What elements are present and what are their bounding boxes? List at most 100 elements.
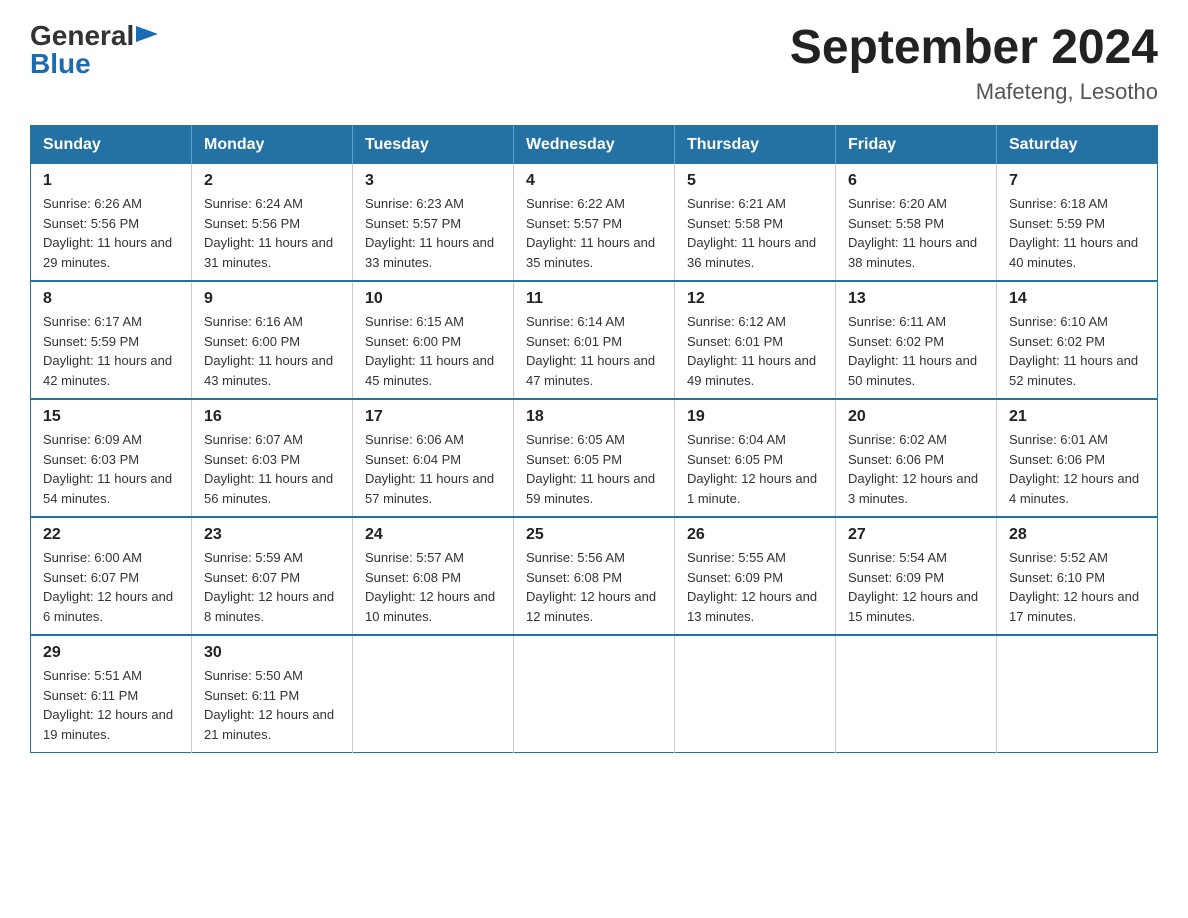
week-row-1: 1 Sunrise: 6:26 AM Sunset: 5:56 PM Daylig…	[31, 164, 1158, 281]
calendar-cell: 30 Sunrise: 5:50 AM Sunset: 6:11 PM Dayli…	[192, 635, 353, 753]
day-info: Sunrise: 6:26 AM Sunset: 5:56 PM Dayligh…	[43, 194, 179, 272]
day-info: Sunrise: 6:00 AM Sunset: 6:07 PM Dayligh…	[43, 548, 179, 626]
page-header: General Blue September 2024 Mafeteng, Le…	[30, 20, 1158, 105]
day-info: Sunrise: 6:23 AM Sunset: 5:57 PM Dayligh…	[365, 194, 501, 272]
calendar-cell: 8 Sunrise: 6:17 AM Sunset: 5:59 PM Daylig…	[31, 281, 192, 399]
day-info: Sunrise: 5:56 AM Sunset: 6:08 PM Dayligh…	[526, 548, 662, 626]
day-number: 20	[848, 408, 984, 426]
header-thursday: Thursday	[675, 126, 836, 165]
day-info: Sunrise: 6:12 AM Sunset: 6:01 PM Dayligh…	[687, 312, 823, 390]
day-info: Sunrise: 5:51 AM Sunset: 6:11 PM Dayligh…	[43, 666, 179, 744]
title-section: September 2024 Mafeteng, Lesotho	[790, 20, 1158, 105]
header-sunday: Sunday	[31, 126, 192, 165]
day-number: 27	[848, 526, 984, 544]
day-info: Sunrise: 5:50 AM Sunset: 6:11 PM Dayligh…	[204, 666, 340, 744]
day-number: 23	[204, 526, 340, 544]
day-number: 5	[687, 172, 823, 190]
day-number: 12	[687, 290, 823, 308]
location-subtitle: Mafeteng, Lesotho	[790, 79, 1158, 105]
day-info: Sunrise: 6:06 AM Sunset: 6:04 PM Dayligh…	[365, 430, 501, 508]
day-number: 1	[43, 172, 179, 190]
logo: General Blue	[30, 20, 158, 80]
calendar-header-row: SundayMondayTuesdayWednesdayThursdayFrid…	[31, 126, 1158, 165]
day-number: 24	[365, 526, 501, 544]
calendar-cell: 16Sunrise: 6:07 AM Sunset: 6:03 PM Dayli…	[192, 399, 353, 517]
day-number: 17	[365, 408, 501, 426]
day-info: Sunrise: 6:22 AM Sunset: 5:57 PM Dayligh…	[526, 194, 662, 272]
day-info: Sunrise: 5:59 AM Sunset: 6:07 PM Dayligh…	[204, 548, 340, 626]
calendar-cell: 6 Sunrise: 6:20 AM Sunset: 5:58 PM Daylig…	[836, 164, 997, 281]
day-info: Sunrise: 6:11 AM Sunset: 6:02 PM Dayligh…	[848, 312, 984, 390]
day-info: Sunrise: 5:54 AM Sunset: 6:09 PM Dayligh…	[848, 548, 984, 626]
calendar-cell: 2 Sunrise: 6:24 AM Sunset: 5:56 PM Daylig…	[192, 164, 353, 281]
day-info: Sunrise: 6:21 AM Sunset: 5:58 PM Dayligh…	[687, 194, 823, 272]
header-wednesday: Wednesday	[514, 126, 675, 165]
calendar-cell: 18Sunrise: 6:05 AM Sunset: 6:05 PM Dayli…	[514, 399, 675, 517]
logo-blue-text: Blue	[30, 48, 158, 80]
day-info: Sunrise: 6:04 AM Sunset: 6:05 PM Dayligh…	[687, 430, 823, 508]
day-info: Sunrise: 6:17 AM Sunset: 5:59 PM Dayligh…	[43, 312, 179, 390]
day-number: 21	[1009, 408, 1145, 426]
header-monday: Monday	[192, 126, 353, 165]
calendar-cell: 10 Sunrise: 6:15 AM Sunset: 6:00 PM Dayli…	[353, 281, 514, 399]
calendar-cell: 19Sunrise: 6:04 AM Sunset: 6:05 PM Dayli…	[675, 399, 836, 517]
header-saturday: Saturday	[997, 126, 1158, 165]
calendar-cell: 17 Sunrise: 6:06 AM Sunset: 6:04 PM Dayli…	[353, 399, 514, 517]
day-number: 30	[204, 644, 340, 662]
day-number: 2	[204, 172, 340, 190]
week-row-5: 29 Sunrise: 5:51 AM Sunset: 6:11 PM Dayli…	[31, 635, 1158, 753]
day-number: 15	[43, 408, 179, 426]
day-info: Sunrise: 6:18 AM Sunset: 5:59 PM Dayligh…	[1009, 194, 1145, 272]
calendar-cell: 5 Sunrise: 6:21 AM Sunset: 5:58 PM Daylig…	[675, 164, 836, 281]
day-number: 29	[43, 644, 179, 662]
day-number: 9	[204, 290, 340, 308]
day-number: 8	[43, 290, 179, 308]
main-title: September 2024	[790, 20, 1158, 75]
day-info: Sunrise: 6:07 AM Sunset: 6:03 PM Dayligh…	[204, 430, 340, 508]
logo-arrow-icon	[136, 22, 158, 46]
day-number: 7	[1009, 172, 1145, 190]
header-friday: Friday	[836, 126, 997, 165]
calendar-cell: 26Sunrise: 5:55 AM Sunset: 6:09 PM Dayli…	[675, 517, 836, 635]
day-number: 13	[848, 290, 984, 308]
day-info: Sunrise: 5:55 AM Sunset: 6:09 PM Dayligh…	[687, 548, 823, 626]
calendar-cell: 21 Sunrise: 6:01 AM Sunset: 6:06 PM Dayli…	[997, 399, 1158, 517]
day-number: 4	[526, 172, 662, 190]
day-info: Sunrise: 6:24 AM Sunset: 5:56 PM Dayligh…	[204, 194, 340, 272]
day-info: Sunrise: 6:14 AM Sunset: 6:01 PM Dayligh…	[526, 312, 662, 390]
calendar-cell: 25 Sunrise: 5:56 AM Sunset: 6:08 PM Dayli…	[514, 517, 675, 635]
calendar-cell: 1 Sunrise: 6:26 AM Sunset: 5:56 PM Daylig…	[31, 164, 192, 281]
day-info: Sunrise: 6:02 AM Sunset: 6:06 PM Dayligh…	[848, 430, 984, 508]
calendar-cell	[514, 635, 675, 753]
calendar-cell: 11 Sunrise: 6:14 AM Sunset: 6:01 PM Dayli…	[514, 281, 675, 399]
week-row-2: 8 Sunrise: 6:17 AM Sunset: 5:59 PM Daylig…	[31, 281, 1158, 399]
week-row-3: 15 Sunrise: 6:09 AM Sunset: 6:03 PM Dayli…	[31, 399, 1158, 517]
calendar-cell: 20 Sunrise: 6:02 AM Sunset: 6:06 PM Dayli…	[836, 399, 997, 517]
day-info: Sunrise: 6:15 AM Sunset: 6:00 PM Dayligh…	[365, 312, 501, 390]
day-info: Sunrise: 5:57 AM Sunset: 6:08 PM Dayligh…	[365, 548, 501, 626]
day-number: 10	[365, 290, 501, 308]
calendar-cell: 4 Sunrise: 6:22 AM Sunset: 5:57 PM Daylig…	[514, 164, 675, 281]
day-number: 3	[365, 172, 501, 190]
calendar-cell	[675, 635, 836, 753]
header-tuesday: Tuesday	[353, 126, 514, 165]
day-number: 28	[1009, 526, 1145, 544]
calendar-cell: 9 Sunrise: 6:16 AM Sunset: 6:00 PM Daylig…	[192, 281, 353, 399]
day-number: 25	[526, 526, 662, 544]
day-info: Sunrise: 6:10 AM Sunset: 6:02 PM Dayligh…	[1009, 312, 1145, 390]
day-number: 11	[526, 290, 662, 308]
calendar-cell	[997, 635, 1158, 753]
calendar-cell: 7 Sunrise: 6:18 AM Sunset: 5:59 PM Daylig…	[997, 164, 1158, 281]
day-number: 6	[848, 172, 984, 190]
day-info: Sunrise: 6:01 AM Sunset: 6:06 PM Dayligh…	[1009, 430, 1145, 508]
calendar-cell: 29 Sunrise: 5:51 AM Sunset: 6:11 PM Dayli…	[31, 635, 192, 753]
day-info: Sunrise: 6:20 AM Sunset: 5:58 PM Dayligh…	[848, 194, 984, 272]
day-info: Sunrise: 6:16 AM Sunset: 6:00 PM Dayligh…	[204, 312, 340, 390]
calendar-cell: 12 Sunrise: 6:12 AM Sunset: 6:01 PM Dayli…	[675, 281, 836, 399]
calendar-cell: 3 Sunrise: 6:23 AM Sunset: 5:57 PM Daylig…	[353, 164, 514, 281]
day-number: 14	[1009, 290, 1145, 308]
calendar-cell: 28 Sunrise: 5:52 AM Sunset: 6:10 PM Dayli…	[997, 517, 1158, 635]
calendar-cell	[836, 635, 997, 753]
day-info: Sunrise: 5:52 AM Sunset: 6:10 PM Dayligh…	[1009, 548, 1145, 626]
day-info: Sunrise: 6:09 AM Sunset: 6:03 PM Dayligh…	[43, 430, 179, 508]
